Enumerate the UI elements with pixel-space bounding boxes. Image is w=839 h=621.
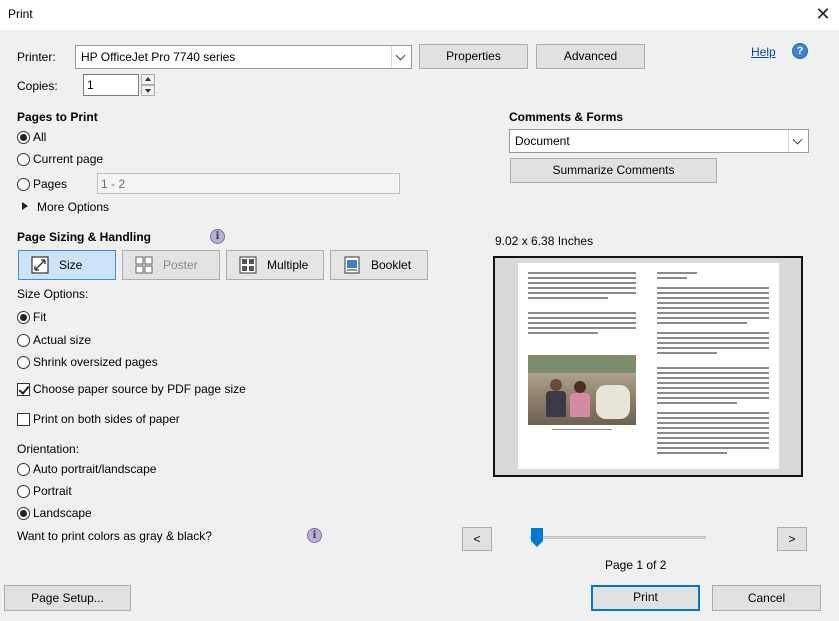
- auto-orientation-label: Auto portrait/landscape: [33, 462, 157, 476]
- properties-button[interactable]: Properties: [419, 44, 528, 69]
- paper-source-checkbox[interactable]: [17, 383, 30, 396]
- pages-range-radio[interactable]: [17, 178, 30, 191]
- cancel-button[interactable]: Cancel: [712, 585, 821, 611]
- landscape-label: Landscape: [33, 506, 92, 520]
- poster-tab-label: Poster: [163, 258, 198, 272]
- printer-label: Printer:: [17, 50, 56, 64]
- info-icon-gray[interactable]: i: [307, 528, 322, 543]
- page-preview: [493, 256, 803, 477]
- comments-forms-value: Document: [515, 134, 570, 148]
- chevron-down-icon: [788, 130, 808, 152]
- previous-page-button[interactable]: <: [462, 527, 492, 551]
- title-bar: [0, 0, 839, 30]
- shrink-label: Shrink oversized pages: [33, 355, 158, 369]
- preview-dimensions: 9.02 x 6.38 Inches: [495, 234, 594, 248]
- booklet-icon: [344, 256, 360, 274]
- copies-label: Copies:: [17, 79, 58, 93]
- copies-input[interactable]: 1: [83, 74, 139, 96]
- info-icon[interactable]: i: [210, 229, 225, 244]
- all-pages-radio[interactable]: [17, 131, 30, 144]
- preview-photo: [528, 355, 636, 425]
- gray-print-label: Want to print colors as gray & black?: [17, 529, 212, 543]
- advanced-button[interactable]: Advanced: [536, 44, 645, 69]
- sizing-heading: Page Sizing & Handling: [17, 230, 152, 244]
- comments-forms-select[interactable]: Document: [509, 129, 809, 153]
- size-icon: [31, 256, 49, 274]
- size-tab[interactable]: Size: [18, 250, 116, 280]
- current-page-label: Current page: [33, 152, 104, 166]
- current-page-radio[interactable]: [17, 153, 30, 166]
- pages-range-label: Pages: [33, 177, 68, 191]
- page-slider-thumb[interactable]: [531, 528, 543, 547]
- actual-size-radio[interactable]: [17, 334, 30, 347]
- orientation-label: Orientation:: [17, 442, 80, 456]
- print-button[interactable]: Print: [591, 585, 700, 611]
- poster-tab[interactable]: Poster: [122, 250, 220, 280]
- pages-range-value: 1 - 2: [101, 177, 126, 191]
- shrink-radio[interactable]: [17, 356, 30, 369]
- comments-forms-heading: Comments & Forms: [509, 110, 624, 124]
- actual-size-label: Actual size: [33, 333, 92, 347]
- portrait-label: Portrait: [33, 484, 72, 498]
- both-sides-label: Print on both sides of paper: [33, 412, 180, 426]
- chevron-down-icon: [391, 46, 411, 68]
- copies-up-icon[interactable]: [141, 74, 155, 85]
- paper-source-label: Choose paper source by PDF page size: [33, 382, 246, 396]
- fit-label: Fit: [33, 310, 47, 324]
- all-pages-label: All: [33, 130, 47, 144]
- pages-range-input[interactable]: 1 - 2: [97, 173, 400, 194]
- portrait-radio[interactable]: [17, 485, 30, 498]
- copies-value: 1: [87, 78, 94, 92]
- pages-to-print-heading: Pages to Print: [17, 110, 98, 124]
- multiple-icon: [239, 256, 257, 274]
- booklet-tab-label: Booklet: [371, 258, 412, 272]
- window-title: Print: [8, 7, 33, 21]
- page-setup-button[interactable]: Page Setup...: [4, 585, 131, 611]
- next-page-button[interactable]: >: [777, 527, 807, 551]
- printer-select[interactable]: HP OfficeJet Pro 7740 series: [75, 45, 412, 69]
- preview-page: [518, 263, 779, 469]
- auto-orientation-radio[interactable]: [17, 463, 30, 476]
- help-icon[interactable]: ?: [792, 43, 808, 59]
- poster-icon: [135, 256, 153, 274]
- expand-triangle-icon[interactable]: [22, 202, 28, 210]
- fit-radio[interactable]: [17, 311, 30, 324]
- size-tab-label: Size: [59, 258, 83, 272]
- multiple-tab-label: Multiple: [267, 258, 309, 272]
- both-sides-checkbox[interactable]: [17, 413, 30, 426]
- printer-select-value: HP OfficeJet Pro 7740 series: [81, 50, 236, 64]
- summarize-comments-button[interactable]: Summarize Comments: [510, 158, 717, 183]
- close-icon[interactable]: ✕: [812, 3, 834, 25]
- page-indicator: Page 1 of 2: [605, 558, 667, 572]
- help-link[interactable]: Help: [751, 45, 776, 59]
- copies-down-icon[interactable]: [141, 85, 155, 96]
- multiple-tab[interactable]: Multiple: [226, 250, 324, 280]
- landscape-radio[interactable]: [17, 507, 30, 520]
- booklet-tab[interactable]: Booklet: [330, 250, 428, 280]
- more-options-link[interactable]: More Options: [37, 200, 109, 214]
- page-slider-track[interactable]: [530, 536, 706, 539]
- size-options-label: Size Options:: [17, 287, 89, 301]
